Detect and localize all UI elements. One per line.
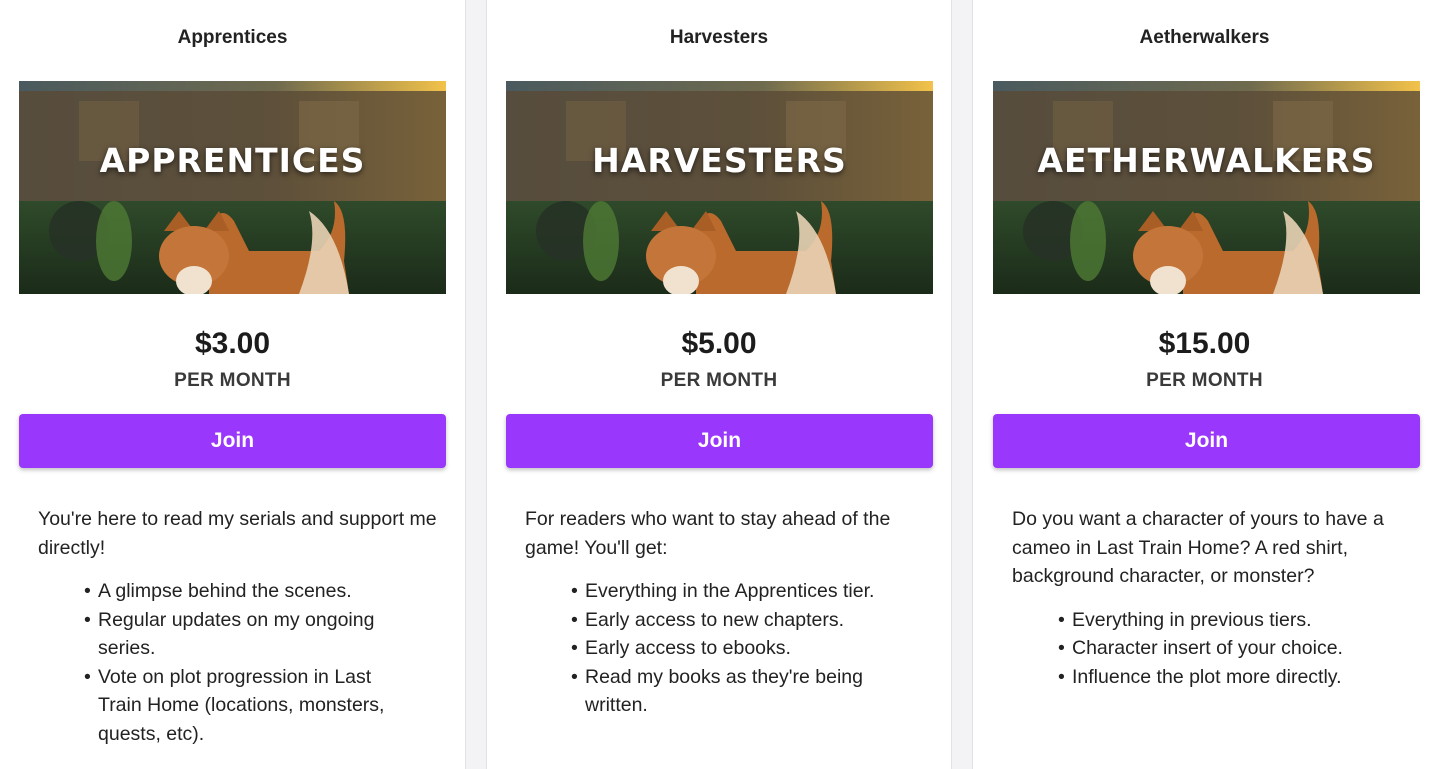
banner-illustration: [993, 81, 1420, 294]
tier-price: $5.00: [681, 327, 757, 360]
tier-price: $3.00: [194, 327, 271, 360]
join-button[interactable]: Join: [506, 414, 933, 468]
tier-card-aetherwalkers: Aetherwalkers AETHERWALKERS $15.00 PER M…: [972, 0, 1436, 769]
tier-banner-image: APPRENTICES: [19, 81, 446, 294]
perk-item: Influence the plot more directly.: [1058, 663, 1374, 692]
perk-item: Character insert of your choice.: [1058, 634, 1374, 663]
banner-title-text: AETHERWALKERS: [1037, 141, 1376, 180]
description-text: For readers who want to stay ahead of th…: [525, 508, 891, 559]
perk-list: Everything in previous tiers. Character …: [1012, 606, 1374, 692]
banner-illustration: [506, 81, 933, 294]
tier-card-harvesters: Harvesters HARVESTERS $5.00 PER MONTH Jo…: [486, 0, 952, 769]
tier-title: Apprentices: [177, 27, 288, 48]
tier-title: Aetherwalkers: [1139, 27, 1270, 48]
perk-item: Everything in previous tiers.: [1058, 606, 1374, 635]
perk-item: Early access to new chapters.: [571, 606, 887, 635]
join-button[interactable]: Join: [19, 414, 446, 468]
price-period: PER MONTH: [1146, 370, 1263, 391]
perk-item: Read my books as they're being written.: [571, 663, 887, 720]
price-period: PER MONTH: [174, 370, 291, 391]
tier-banner-image: AETHERWALKERS: [993, 81, 1420, 294]
description-text: Do you want a character of yours to have…: [1012, 508, 1384, 587]
perk-item: Early access to ebooks.: [571, 634, 887, 663]
tier-description: For readers who want to stay ahead of th…: [525, 505, 925, 720]
tier-description: You're here to read my serials and suppo…: [38, 505, 438, 748]
perk-list: Everything in the Apprentices tier. Earl…: [525, 577, 887, 720]
description-text: You're here to read my serials and suppo…: [38, 508, 437, 559]
banner-illustration: [19, 81, 446, 294]
perk-list: A glimpse behind the scenes. Regular upd…: [38, 577, 400, 748]
banner-title-text: APPRENTICES: [99, 141, 366, 180]
perk-item: A glimpse behind the scenes.: [84, 577, 400, 606]
tier-title: Harvesters: [669, 27, 769, 48]
perk-item: Everything in the Apprentices tier.: [571, 577, 887, 606]
perk-item: Regular updates on my ongoing series.: [84, 606, 400, 663]
price-period: PER MONTH: [660, 370, 778, 391]
tier-price: $15.00: [1158, 327, 1251, 360]
perk-item: Vote on plot progression in Last Train H…: [84, 663, 400, 749]
join-button[interactable]: Join: [993, 414, 1420, 468]
banner-title-text: HARVESTERS: [592, 141, 847, 180]
tier-description: Do you want a character of yours to have…: [1012, 505, 1412, 691]
tier-banner-image: HARVESTERS: [506, 81, 933, 294]
tier-card-apprentices: Apprentices APPRENTICES $3.00 PER MONTH …: [0, 0, 466, 769]
